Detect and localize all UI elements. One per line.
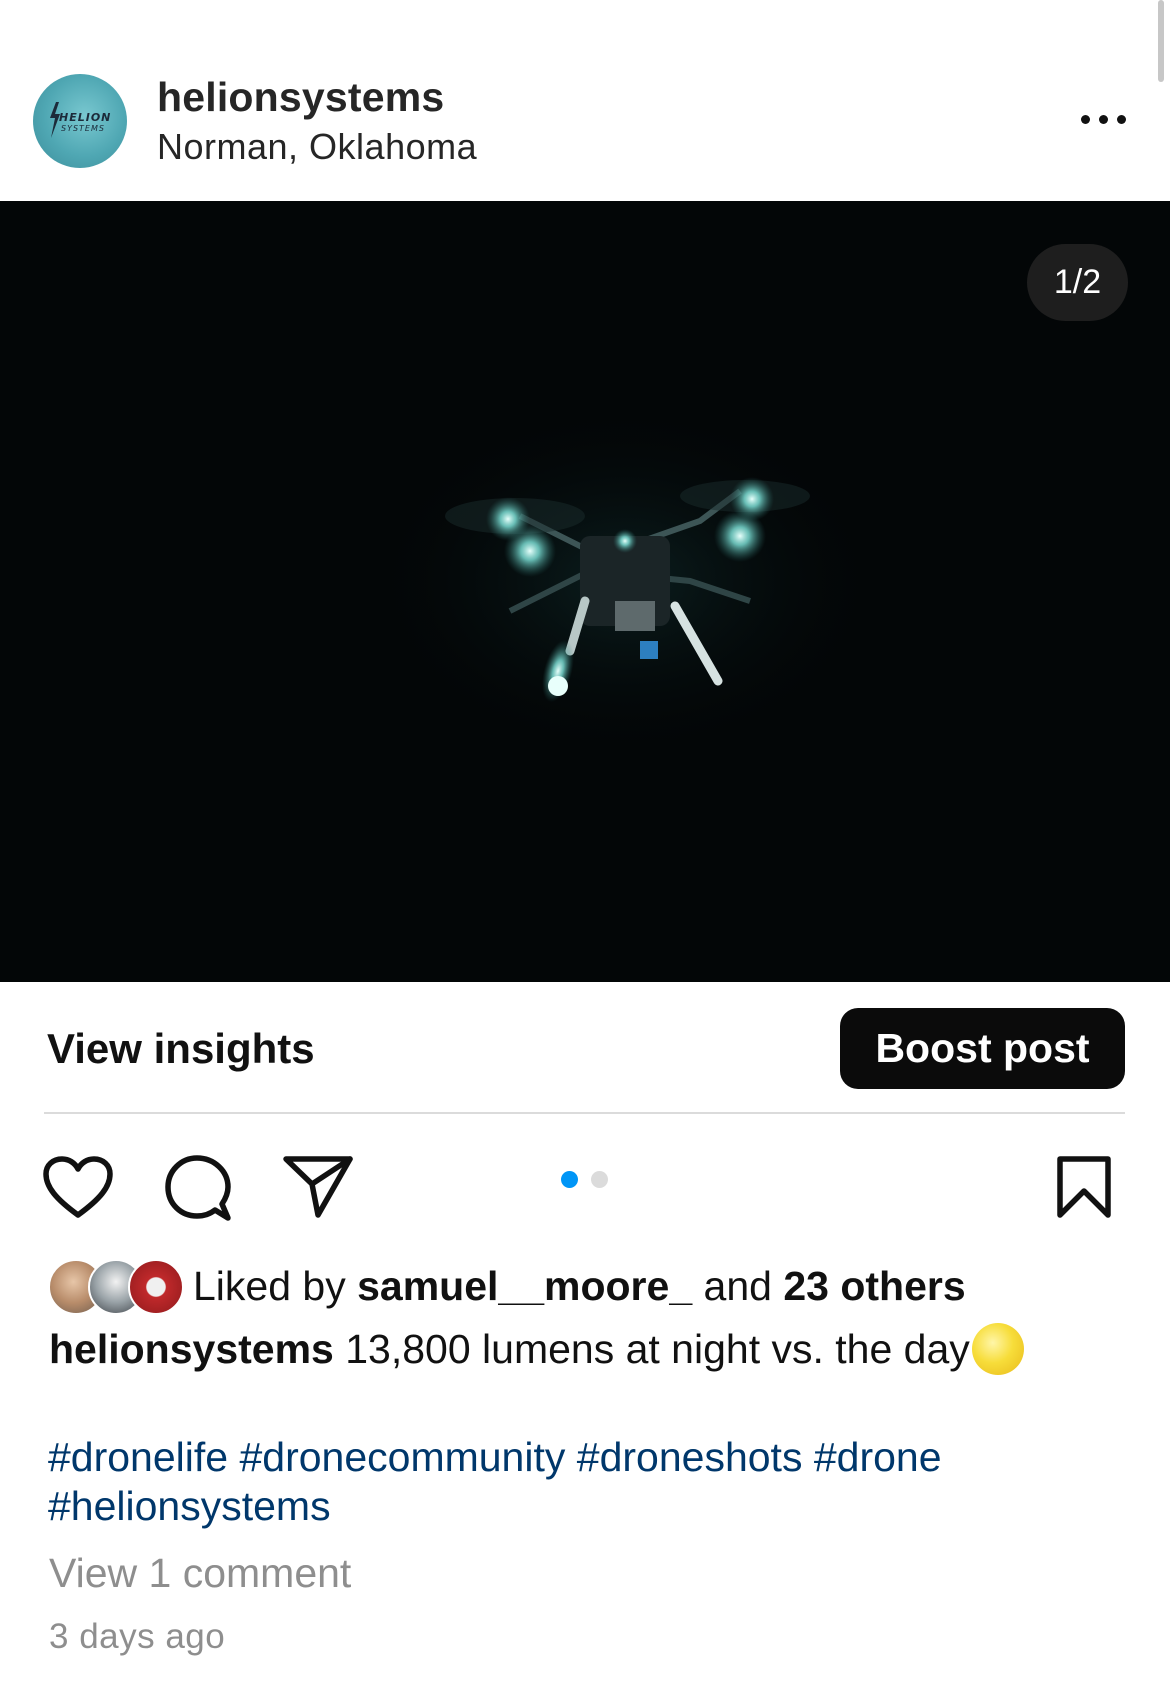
more-horizontal-icon: [1099, 115, 1108, 124]
share-button[interactable]: [282, 1154, 354, 1223]
post-caption: helionsystems 13,800 lumens at night vs.…: [49, 1323, 1024, 1375]
hashtag-link[interactable]: #helionsystems: [48, 1483, 331, 1529]
more-horizontal-icon: [1081, 115, 1090, 124]
bookmark-icon: [1057, 1156, 1111, 1218]
carousel-dot: [591, 1171, 608, 1188]
hashtag-link[interactable]: #drone: [814, 1434, 942, 1480]
heart-icon: [43, 1156, 113, 1218]
like-button[interactable]: [42, 1155, 114, 1226]
avatar-logo-wordmark: HELION: [59, 111, 112, 124]
carousel-counter-badge: 1/2: [1027, 244, 1128, 321]
divider: [44, 1112, 1125, 1114]
likes-middle: and: [692, 1263, 784, 1309]
view-insights-link[interactable]: View insights: [47, 1025, 315, 1073]
liker-avatar: [128, 1259, 184, 1315]
moon-emoji-icon: [971, 1323, 1024, 1375]
likes-summary: Liked by samuel__moore_ and 23 others: [193, 1263, 966, 1310]
caption-hashtags: #dronelife #dronecommunity #droneshots #…: [48, 1433, 1128, 1531]
avatar-logo-subword: SYSTEMS: [61, 124, 105, 133]
caption-text: 13,800 lumens at night vs. the day: [333, 1325, 970, 1372]
post-username[interactable]: helionsystems: [157, 74, 444, 121]
likes-others-link[interactable]: 23 others: [783, 1263, 965, 1309]
comment-button[interactable]: [164, 1154, 232, 1227]
save-button[interactable]: [1056, 1155, 1112, 1224]
comment-icon: [165, 1155, 231, 1221]
drone-night-photo: [0, 201, 1170, 982]
more-horizontal-icon: [1117, 115, 1126, 124]
view-comments-link[interactable]: View 1 comment: [49, 1550, 351, 1597]
likes-prefix: Liked by: [193, 1263, 358, 1309]
hashtag-link[interactable]: #dronelife: [48, 1434, 228, 1480]
liker-avatars[interactable]: [48, 1259, 184, 1315]
more-options-button[interactable]: [1078, 104, 1130, 134]
profile-avatar[interactable]: HELION SYSTEMS: [33, 74, 127, 168]
post-header: HELION SYSTEMS helionsystems Norman, Okl…: [0, 0, 1170, 201]
post-location[interactable]: Norman, Oklahoma: [157, 126, 477, 168]
caption-username-link[interactable]: helionsystems: [49, 1326, 334, 1373]
post-timestamp: 3 days ago: [49, 1617, 226, 1656]
liker-username-link[interactable]: samuel__moore_: [357, 1263, 692, 1309]
post-media-image[interactable]: [0, 201, 1170, 982]
hashtag-link[interactable]: #dronecommunity: [239, 1434, 565, 1480]
boost-post-button[interactable]: Boost post: [840, 1008, 1125, 1089]
send-icon: [283, 1156, 353, 1218]
hashtag-link[interactable]: #droneshots: [577, 1434, 803, 1480]
carousel-dot-active: [561, 1171, 578, 1188]
